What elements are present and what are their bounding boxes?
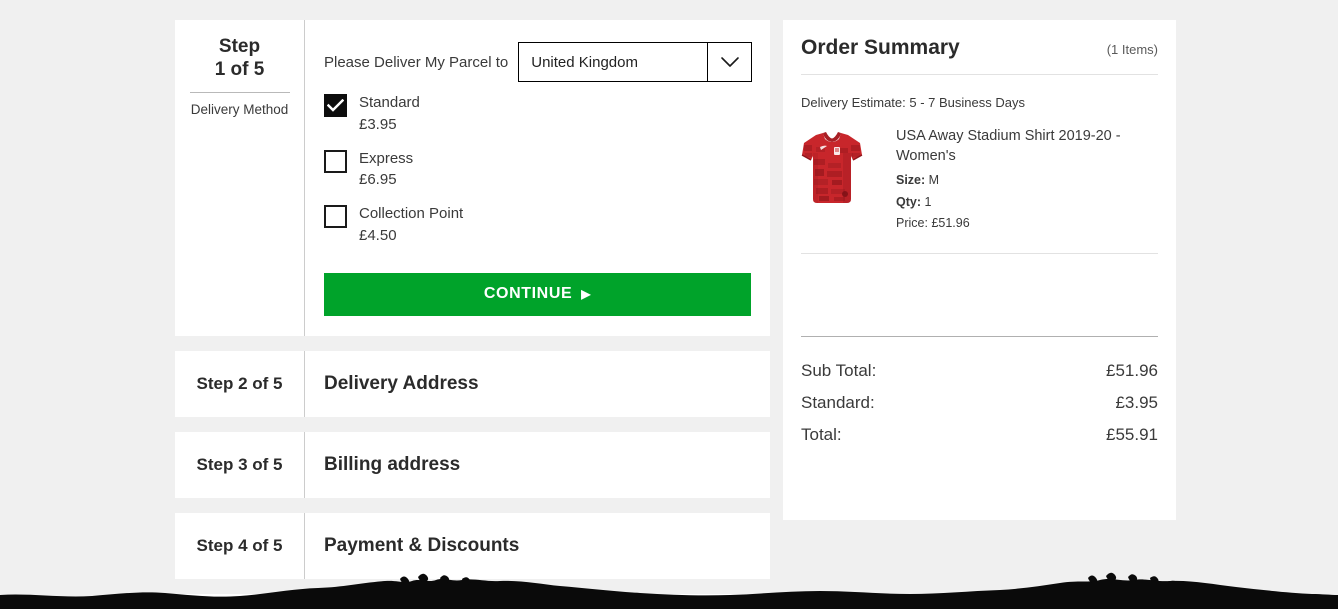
delivery-option-standard-price: £3.95 xyxy=(359,115,397,133)
product-size-row: Size: M xyxy=(896,170,1158,192)
step-3-body: Billing address xyxy=(305,432,770,498)
product-qty-label: Qty: xyxy=(896,194,921,209)
product-thumbnail-jersey-icon[interactable] xyxy=(801,129,863,207)
step-1-title: Step 1 of 5 xyxy=(215,36,265,82)
checkbox-standard[interactable] xyxy=(324,94,347,117)
checkbox-express[interactable] xyxy=(324,149,347,173)
step-1-title-word: Step xyxy=(218,36,261,57)
product-price-row: Price: £51.96 xyxy=(896,213,1158,235)
chevron-down-icon[interactable] xyxy=(707,43,751,81)
total-row-grand-total: Total: £55.91 xyxy=(801,419,1158,451)
delivery-option-collection-point-price: £4.50 xyxy=(359,226,397,244)
delivery-option-collection-point-text: Collection Point £4.50 xyxy=(359,203,463,247)
play-caret-icon: ▶ xyxy=(581,287,592,301)
product-price-value: £51.96 xyxy=(931,216,970,230)
country-select-value: United Kingdom xyxy=(531,53,638,71)
step-4-label-cell: Step 4 of 5 xyxy=(175,512,305,579)
delivery-option-express-name: Express xyxy=(359,149,414,167)
continue-button-label: CONTINUE xyxy=(483,285,573,302)
order-summary-title: Order Summary xyxy=(801,36,960,59)
delivery-option-express-text: Express £6.95 xyxy=(359,148,413,192)
grand-total-value: £55.91 xyxy=(1106,424,1158,444)
summary-spacer xyxy=(801,254,1158,336)
country-select[interactable]: United Kingdom xyxy=(518,42,753,82)
step-panel-billing-address[interactable]: Step 3 of 5 Billing address xyxy=(175,431,770,498)
product-qty-value: 1 xyxy=(924,194,932,209)
step-2-heading: Delivery Address xyxy=(324,372,479,394)
grand-total-label: Total: xyxy=(801,424,842,444)
step-4-body: Payment & Discounts xyxy=(305,513,770,579)
step-2-label: Step 2 of 5 xyxy=(196,373,283,393)
order-summary-item-count: (1 Items) xyxy=(1106,42,1158,57)
country-row: Please Deliver My Parcel to United Kingd… xyxy=(324,42,753,82)
order-totals: Sub Total: £51.96 Standard: £3.95 Total:… xyxy=(801,337,1158,451)
order-summary-product-row: USA Away Stadium Shirt 2019-20 - Women's… xyxy=(801,126,1158,253)
order-summary-panel: Order Summary (1 Items) Delivery Estimat… xyxy=(783,20,1176,520)
product-size-label: Size: xyxy=(896,173,926,187)
step-1-label-cell: Step 1 of 5 Delivery Method xyxy=(175,20,305,336)
step-panel-delivery-method: Step 1 of 5 Delivery Method Please Deliv… xyxy=(175,20,770,336)
step-panel-payment-discounts[interactable]: Step 4 of 5 Payment & Discounts xyxy=(175,512,770,579)
shipping-value: £3.95 xyxy=(1115,392,1158,412)
step-5-body: Complete xyxy=(305,594,770,609)
subtotal-label: Sub Total: xyxy=(801,360,877,380)
step-panel-complete[interactable]: Step 5 of 5 Complete xyxy=(175,593,770,609)
delivery-options-list: Standard £3.95 Express £6.95 Collection … xyxy=(324,92,752,247)
checkbox-collection-point[interactable] xyxy=(324,205,347,228)
step-3-label: Step 3 of 5 xyxy=(196,454,283,474)
step-4-heading: Payment & Discounts xyxy=(324,534,520,556)
step-3-heading: Billing address xyxy=(324,453,461,475)
product-qty-row: Qty: 1 xyxy=(896,192,1158,214)
shipping-label: Standard: xyxy=(801,392,875,412)
step-3-label-cell: Step 3 of 5 xyxy=(175,431,305,498)
step-1-divider xyxy=(189,91,290,93)
delivery-option-standard[interactable]: Standard £3.95 xyxy=(324,92,752,136)
step-4-label: Step 4 of 5 xyxy=(196,535,283,555)
checkout-steps-column: Step 1 of 5 Delivery Method Please Deliv… xyxy=(175,20,770,609)
order-summary-header: Order Summary (1 Items) xyxy=(801,20,1158,74)
delivery-option-express-price: £6.95 xyxy=(359,171,397,189)
step-1-body: Please Deliver My Parcel to United Kingd… xyxy=(305,20,772,336)
step-5-label-cell: Step 5 of 5 xyxy=(175,593,305,609)
delivery-option-express[interactable]: Express £6.95 xyxy=(324,148,752,192)
checkout-page: Step 1 of 5 Delivery Method Please Deliv… xyxy=(0,0,1338,609)
product-name[interactable]: USA Away Stadium Shirt 2019-20 - Women's xyxy=(896,126,1121,166)
step-1-name: Delivery Method xyxy=(190,101,289,117)
delivery-estimate-text: Delivery Estimate: 5 - 7 Business Days xyxy=(801,95,1025,110)
delivery-option-collection-point-name: Collection Point xyxy=(359,205,464,222)
continue-button[interactable]: CONTINUE ▶ xyxy=(324,272,751,316)
delivery-option-standard-text: Standard £3.95 xyxy=(359,92,420,136)
step-panel-delivery-address[interactable]: Step 2 of 5 Delivery Address xyxy=(175,350,770,417)
step-1-counter: 1 of 5 xyxy=(214,58,265,80)
product-price-label: Price: xyxy=(896,216,928,230)
product-size-value: M xyxy=(928,173,940,187)
product-info: USA Away Stadium Shirt 2019-20 - Women's… xyxy=(896,126,1158,235)
country-label: Please Deliver My Parcel to xyxy=(324,53,509,71)
total-row-shipping: Standard: £3.95 xyxy=(801,387,1158,419)
total-row-subtotal: Sub Total: £51.96 xyxy=(801,355,1158,387)
step-2-label-cell: Step 2 of 5 xyxy=(175,350,305,417)
delivery-option-collection-point[interactable]: Collection Point £4.50 xyxy=(324,203,752,247)
step-2-body: Delivery Address xyxy=(305,351,770,417)
delivery-option-standard-name: Standard xyxy=(359,94,420,111)
subtotal-value: £51.96 xyxy=(1106,360,1158,380)
